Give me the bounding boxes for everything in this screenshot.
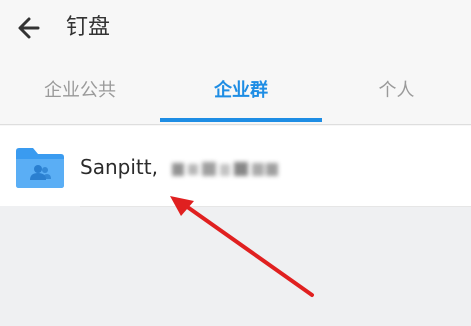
- tab-bar: 企业公共 企业群 个人: [0, 68, 471, 124]
- group-folder-icon: [16, 148, 64, 188]
- back-button[interactable]: [14, 13, 46, 43]
- item-name: Sanpitt,: [80, 153, 280, 181]
- tab-enterprise-public[interactable]: 企业公共: [0, 68, 160, 124]
- list-item[interactable]: Sanpitt,: [0, 126, 471, 206]
- list-divider: [80, 206, 471, 207]
- active-tab-indicator: [160, 118, 322, 122]
- tab-personal[interactable]: 个人: [322, 68, 471, 124]
- header-divider: [0, 124, 471, 125]
- page-title: 钉盘: [66, 15, 111, 40]
- redacted-text: [172, 161, 279, 176]
- app-header: 钉盘 企业公共 企业群 个人: [0, 0, 471, 127]
- tab-enterprise-group[interactable]: 企业群: [160, 68, 322, 124]
- item-name-text: Sanpitt,: [80, 155, 158, 179]
- arrow-left-icon: [18, 17, 40, 39]
